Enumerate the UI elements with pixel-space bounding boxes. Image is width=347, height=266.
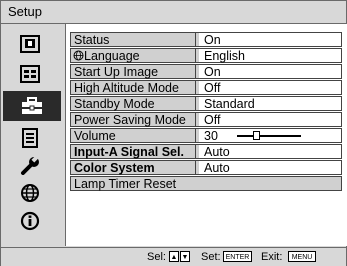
screen-icon [20,65,40,83]
setting-row-status[interactable]: Status On [70,32,342,47]
language-globe-icon [73,50,84,61]
setup-window: Setup Status On Language English Start U… [0,0,347,266]
sidebar-item-screen[interactable] [15,62,45,86]
sel-hint-label: Sel: [147,251,166,263]
sidebar-item-menu[interactable] [15,126,45,150]
row-divider [195,49,196,62]
wrench-icon [21,155,39,175]
sidebar-item-information[interactable] [15,209,45,233]
setting-label: Volume [74,129,116,143]
row-divider [195,145,196,158]
setting-value: Auto [199,161,341,175]
setting-label: Standby Mode [74,97,155,111]
row-divider [195,161,196,174]
row-divider [195,113,196,126]
title-bar: Setup [1,1,346,24]
setting-row-lamp-timer-reset[interactable]: Lamp Timer Reset [70,176,342,191]
setting-value: On [199,65,341,79]
setting-row-high-altitude-mode[interactable]: High Altitude Mode Off [70,80,342,95]
setting-label: Start Up Image [74,65,159,79]
language-label-wrap: Language [73,49,140,63]
setting-label: Power Saving Mode [74,113,186,127]
setting-row-language[interactable]: Language English [70,48,342,63]
setting-label: High Altitude Mode [74,81,179,95]
exit-hint-label: Exit: [261,251,283,263]
sidebar-item-picture[interactable] [15,32,45,56]
setting-value: Off [199,81,341,95]
picture-icon [20,35,40,53]
set-hint-label: Set: [201,251,221,263]
setting-row-start-up-image[interactable]: Start Up Image On [70,64,342,79]
row-divider [195,129,196,142]
setting-row-standby-mode[interactable]: Standby Mode Standard [70,96,342,111]
footer-hint-bar: Sel: ▲ ▼ Set: ENTER Exit: MENU [1,247,346,266]
setting-label: Input-A Signal Sel. [74,145,184,159]
enter-key-icon: ENTER [223,251,252,262]
row-divider [195,65,196,78]
volume-value-cell: 30 [199,129,341,143]
row-divider [195,81,196,94]
menu-title: Setup [8,4,42,19]
setting-label: Lamp Timer Reset [74,177,177,191]
setting-value: Standard [199,97,341,111]
row-divider [195,33,196,46]
setup-toolbox-icon [22,97,42,114]
setting-value: Auto [199,145,341,159]
volume-slider-knob[interactable] [253,131,261,140]
setting-row-power-saving-mode[interactable]: Power Saving Mode Off [70,112,342,127]
setting-value: Off [199,113,341,127]
down-arrow-key-icon: ▼ [180,251,190,262]
setting-row-volume[interactable]: Volume 30 [70,128,342,143]
setting-label: Color System [74,161,155,175]
volume-slider-track[interactable] [237,135,301,137]
setting-row-input-a-signal-sel[interactable]: Input-A Signal Sel. Auto [70,144,342,159]
settings-panel: Status On Language English Start Up Imag… [65,24,347,246]
info-icon [20,211,40,231]
menu-list-icon [22,128,38,148]
up-arrow-key-icon: ▲ [169,251,179,262]
sidebar-item-installation[interactable] [15,153,45,177]
row-divider [195,97,196,110]
setting-label: Status [74,33,110,47]
sidebar-item-network[interactable] [15,181,45,205]
sidebar-item-setup[interactable] [3,91,61,121]
menu-key-icon: MENU [288,251,316,262]
setting-value: On [199,33,341,47]
setting-label: Language [84,49,140,63]
setting-value: 30 [204,129,218,143]
setting-value: English [199,49,341,63]
setting-row-color-system[interactable]: Color System Auto [70,160,342,175]
sidebar [1,24,63,246]
globe-icon [21,184,39,202]
